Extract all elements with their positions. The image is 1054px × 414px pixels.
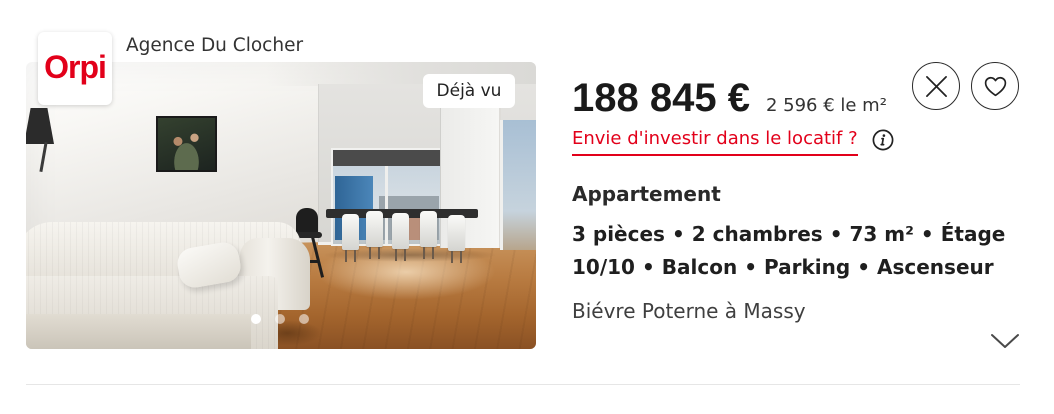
- close-icon: [925, 75, 948, 98]
- carousel-dot[interactable]: [275, 314, 285, 324]
- invest-link[interactable]: Envie d'investir dans le locatif ?: [572, 128, 858, 156]
- price: 188 845 €: [572, 76, 750, 120]
- feature-separator: [857, 255, 870, 279]
- location: Biévre Poterne à Massy: [572, 299, 806, 323]
- carousel-dots: [251, 314, 323, 324]
- listing-card: Orpi Agence Du Clocher Déjà vu 188 845 €…: [0, 0, 1054, 414]
- divider: [26, 384, 1020, 385]
- carousel-dot[interactable]: [251, 314, 261, 324]
- photo-chair: [342, 214, 359, 262]
- feature-item: Parking: [764, 255, 851, 279]
- property-type: Appartement: [572, 182, 721, 206]
- photo-window-mullion: [385, 166, 388, 244]
- info-icon[interactable]: [872, 129, 894, 151]
- seen-badge: Déjà vu: [423, 74, 515, 108]
- price-row: 188 845 € 2 596 € le m²: [572, 76, 887, 120]
- feature-separator: [672, 222, 685, 246]
- photo-lamp: [26, 108, 54, 144]
- photo-window-blind: [333, 150, 441, 166]
- photo-side-window: [500, 120, 536, 250]
- photo-chair: [366, 211, 383, 259]
- dismiss-button[interactable]: [912, 62, 960, 110]
- price-per-m2: 2 596 € le m²: [765, 95, 887, 116]
- photo-chair: [448, 215, 465, 263]
- feature-list: 3 pièces2 chambres73 m²Étage 10/10Balcon…: [572, 218, 1022, 284]
- feature-separator: [744, 255, 757, 279]
- chevron-down-icon[interactable]: [990, 333, 1020, 349]
- logo-wordmark: Orpi: [44, 48, 107, 85]
- listing-photo[interactable]: Déjà vu: [26, 62, 536, 349]
- heart-icon: [983, 74, 1008, 99]
- feature-item: Ascenseur: [877, 255, 994, 279]
- photo-chair: [392, 213, 409, 261]
- photo-sofa-front: [26, 314, 251, 349]
- favorite-button[interactable]: [971, 62, 1019, 110]
- feature-separator: [921, 222, 934, 246]
- carousel-dot[interactable]: [299, 314, 309, 324]
- photo-lamp-arm: [39, 141, 48, 173]
- feature-item: 73 m²: [849, 222, 914, 246]
- feature-item: Balcon: [661, 255, 738, 279]
- photo-high-chair-leg: [310, 236, 325, 278]
- feature-item: 3 pièces: [572, 222, 665, 246]
- photo-painting: [158, 118, 215, 170]
- agency-name: Agence Du Clocher: [126, 35, 304, 56]
- feature-separator: [642, 255, 655, 279]
- orpi-logo: Orpi: [38, 32, 112, 105]
- photo-chair: [420, 211, 437, 259]
- feature-separator: [830, 222, 843, 246]
- feature-item: 2 chambres: [691, 222, 823, 246]
